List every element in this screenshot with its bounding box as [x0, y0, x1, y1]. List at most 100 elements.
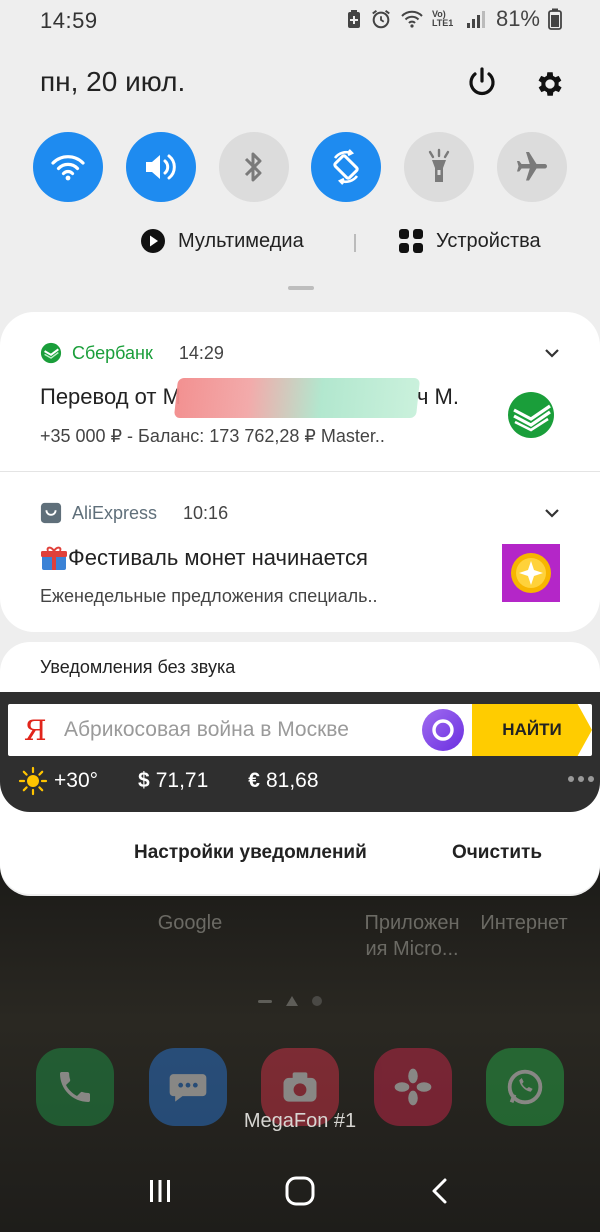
- notification-app-name: Сбербанк: [72, 342, 153, 363]
- home-page-indicator: [258, 996, 322, 1006]
- dollar-icon: $: [138, 769, 150, 792]
- notification-title-suffix: ч М.: [416, 384, 459, 409]
- expand-notification-button[interactable]: [544, 346, 560, 364]
- eur-rate[interactable]: € 81,68: [248, 769, 318, 793]
- weather-info[interactable]: +30°: [18, 766, 98, 796]
- home-app-label-google[interactable]: Google: [150, 910, 230, 936]
- weather-temperature: +30°: [54, 769, 99, 792]
- gift-emoji-icon: [41, 546, 67, 570]
- chevron-down-icon: [545, 509, 559, 518]
- euro-icon: €: [248, 769, 260, 792]
- notification-time: 14:29: [178, 342, 224, 363]
- notification-list: Сбербанк 14:29 Перевод от М ч М. +35 000 …: [0, 312, 600, 632]
- page-indicator-home: [286, 996, 298, 1006]
- auto-rotate-toggle[interactable]: [311, 132, 382, 202]
- usd-rate[interactable]: $ 71,71: [138, 769, 208, 793]
- yandex-info-row: +30° $ 71,71 € 81,68: [18, 766, 584, 796]
- notification-header: AliExpress 10:16: [40, 502, 228, 524]
- home-app-label-microsoft[interactable]: Приложен ия Micro...: [356, 910, 468, 962]
- back-button[interactable]: [410, 1161, 470, 1221]
- battery-percentage: 81%: [495, 6, 540, 31]
- auto-rotate-icon: [333, 149, 360, 185]
- aliexpress-logo-icon: [40, 502, 62, 524]
- yandex-logo: Я: [24, 714, 47, 747]
- wifi-status-icon: [400, 9, 424, 29]
- notification-sberbank[interactable]: Сбербанк 14:29 Перевод от М ч М. +35 000 …: [0, 312, 600, 472]
- yandex-find-button[interactable]: НАЙТИ: [472, 704, 592, 756]
- notification-shade: 14:59 Vo) LTE1 81% пн, 20 июл. Мультимед…: [0, 0, 600, 896]
- battery-icon: [548, 8, 562, 30]
- redaction-smear: [173, 378, 421, 418]
- shade-date: пн, 20 июл.: [40, 66, 186, 97]
- multimedia-label: Мультимедиа: [178, 229, 304, 252]
- silent-section-title: Уведомления без звука: [40, 657, 236, 677]
- notification-header: Сбербанк 14:29: [40, 342, 224, 364]
- eur-rate-value: 81,68: [265, 769, 319, 792]
- recents-icon: [150, 1180, 170, 1202]
- devices-grid-icon: [399, 229, 423, 253]
- status-clock: 14:59: [40, 8, 98, 33]
- notification-text: +35 000 ₽ - Баланс: 173 762,28 ₽ Master.…: [40, 426, 385, 446]
- sound-toggle[interactable]: [125, 132, 196, 202]
- multimedia-button[interactable]: Мультимедиа: [140, 228, 304, 254]
- notification-aliexpress[interactable]: AliExpress 10:16 Фестиваль монет начинае…: [0, 472, 600, 632]
- chevron-down-icon: [545, 349, 559, 358]
- page-indicator-dot: [312, 996, 322, 1006]
- back-icon: [432, 1178, 447, 1204]
- yandex-search-bar[interactable]: Я Абрикосовая война в Москве НАЙТИ: [8, 704, 592, 756]
- alice-icon: [432, 719, 454, 741]
- media-separator: [354, 234, 356, 252]
- battery-saver-icon: [346, 9, 362, 29]
- bluetooth-icon: [244, 152, 262, 182]
- alarm-icon: [370, 8, 392, 30]
- play-icon: [141, 229, 165, 253]
- alice-voice-button[interactable]: [422, 709, 464, 751]
- notification-title: Фестиваль монет начинается: [40, 544, 368, 572]
- carrier-label: MegaFon #1: [243, 1110, 357, 1132]
- status-icons: Vo) LTE1 81%: [346, 6, 562, 32]
- notification-time: 10:16: [183, 502, 229, 523]
- shade-drag-handle[interactable]: [288, 286, 314, 290]
- volte-lte-badge: Vo) LTE1: [431, 9, 454, 28]
- home-icon: [285, 1176, 315, 1206]
- sberbank-large-icon: [502, 386, 560, 444]
- volume-icon: [145, 154, 176, 180]
- settings-button[interactable]: [528, 62, 572, 106]
- airplane-icon: [516, 152, 547, 181]
- navigation-bar: [0, 1150, 600, 1232]
- aliexpress-coin-image: [502, 544, 560, 602]
- notification-app-name: AliExpress: [72, 502, 158, 523]
- devices-button[interactable]: Устройства: [398, 228, 541, 254]
- media-devices-row: Мультимедиа Устройства: [0, 226, 600, 260]
- clear-all-button[interactable]: Очистить: [452, 842, 542, 864]
- flashlight-icon: [428, 148, 450, 182]
- airplane-mode-toggle[interactable]: [496, 132, 567, 202]
- shade-footer: Настройки уведомлений Очистить: [0, 838, 600, 874]
- status-bar: 14:59 Vo) LTE1 81%: [0, 0, 600, 40]
- home-button[interactable]: [270, 1161, 330, 1221]
- signal-strength-icon: [466, 9, 488, 29]
- notification-text: Еженедельные предложения специаль..: [40, 586, 378, 606]
- page-indicator-dash: [258, 999, 272, 1003]
- wifi-icon: [51, 155, 85, 181]
- recent-apps-button[interactable]: [130, 1161, 190, 1221]
- devices-label: Устройства: [436, 229, 541, 252]
- bluetooth-toggle[interactable]: [218, 132, 289, 202]
- yandex-search-widget[interactable]: Я Абрикосовая война в Москве НАЙТИ +30° …: [0, 692, 600, 812]
- notification-settings-button[interactable]: Настройки уведомлений: [134, 842, 367, 864]
- gear-icon: [538, 72, 562, 96]
- usd-rate-value: 71,71: [155, 769, 209, 792]
- sberbank-logo-icon: [40, 342, 62, 364]
- quick-settings-tiles: [33, 132, 567, 202]
- more-options-button[interactable]: [568, 776, 594, 782]
- flashlight-toggle[interactable]: [404, 132, 475, 202]
- yandex-search-input[interactable]: Абрикосовая война в Москве: [64, 718, 349, 742]
- wifi-toggle[interactable]: [33, 132, 103, 202]
- home-app-label-internet[interactable]: Интернет: [474, 910, 574, 936]
- silent-notifications-section: Уведомления без звука Я Абрикосовая войн…: [0, 642, 600, 894]
- power-button[interactable]: [462, 62, 502, 102]
- expand-notification-button[interactable]: [544, 506, 560, 524]
- notification-title-prefix: Перевод от М: [40, 384, 181, 409]
- sun-icon: [18, 766, 48, 796]
- power-icon: [469, 67, 495, 96]
